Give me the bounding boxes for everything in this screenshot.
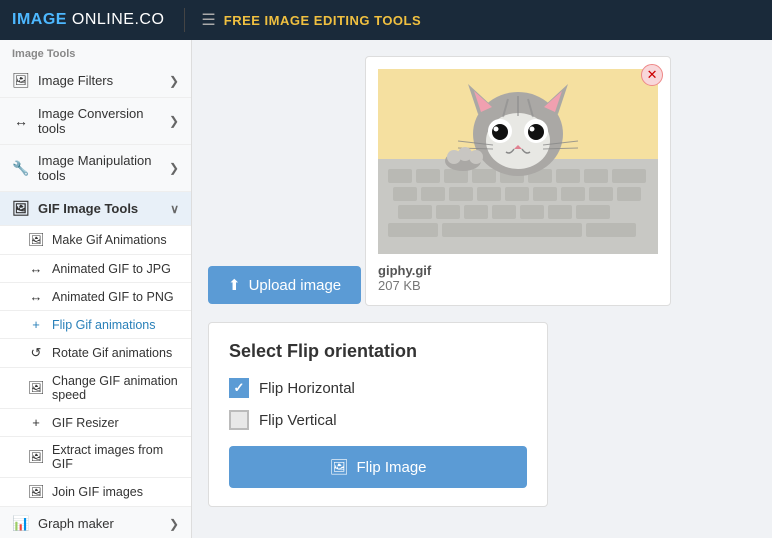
chevron-icon: ❯: [169, 517, 179, 531]
upload-button[interactable]: ⬆ Upload image: [208, 266, 361, 304]
sub-item-label: Rotate Gif animations: [52, 346, 172, 360]
sidebar-sub-item-change-speed[interactable]: 🖼 Change GIF animation speed: [0, 368, 191, 409]
header-title: FREE IMAGE EDITING TOOLS: [224, 13, 421, 28]
sidebar-sub-item-join-gif[interactable]: 🖼 Join GIF images: [0, 478, 191, 507]
checkmark-icon: ✓: [234, 380, 245, 396]
sidebar-sub-item-rotate-gif[interactable]: ↺ Rotate Gif animations: [0, 339, 191, 368]
gif-to-jpg-icon: ↔: [28, 261, 44, 276]
sidebar-item-image-manipulation[interactable]: 🔧 Image Manipulation tools ❯: [0, 145, 191, 192]
sidebar-sub-item-gif-to-png[interactable]: ↔ Animated GIF to PNG: [0, 283, 191, 311]
sub-item-label: Flip Gif animations: [52, 318, 156, 332]
sidebar-sub-item-gif-resizer[interactable]: + GIF Resizer: [0, 409, 191, 437]
header: IMAGE ONLINE.CO ☰ FREE IMAGE EDITING TOO…: [0, 0, 772, 40]
logo: IMAGE ONLINE.CO: [12, 11, 164, 29]
preview-image: [378, 69, 658, 254]
graph-maker-icon: 📊: [12, 515, 30, 532]
sidebar-item-graph-maker[interactable]: 📊 Graph maker ❯: [0, 507, 191, 538]
join-gif-icon: 🖼: [28, 484, 44, 500]
sidebar-item-label: Image Filters: [38, 73, 169, 88]
flip-vertical-checkbox[interactable]: [229, 410, 249, 430]
sidebar-item-gif-tools[interactable]: 🖼 GIF Image Tools ∨: [0, 192, 191, 226]
extract-images-icon: 🖼: [28, 449, 44, 465]
sidebar-item-label: Graph maker: [38, 516, 169, 531]
menu-icon[interactable]: ☰: [201, 10, 215, 30]
flip-vertical-label: Flip Vertical: [259, 412, 337, 429]
sub-item-label: Animated GIF to PNG: [52, 290, 174, 304]
file-name: giphy.gif: [378, 263, 658, 278]
sub-item-label: GIF Resizer: [52, 416, 119, 430]
flip-horizontal-label: Flip Horizontal: [259, 380, 355, 397]
flip-section-title: Select Flip orientation: [229, 341, 527, 362]
image-preview-area: giphy.gif 207 KB: [365, 56, 671, 306]
image-manipulation-icon: 🔧: [12, 160, 30, 177]
main-layout: Image Tools 🖼 Image Filters ❯ ↔ Image Co…: [0, 40, 772, 538]
sidebar-sub-item-flip-gif[interactable]: + Flip Gif animations: [0, 311, 191, 339]
flip-horizontal-row: ✓ Flip Horizontal: [229, 378, 527, 398]
sidebar-section-label: Image Tools: [0, 40, 191, 64]
make-gif-icon: 🖼: [28, 232, 44, 248]
gif-to-png-icon: ↔: [28, 289, 44, 304]
sidebar-item-label: GIF Image Tools: [38, 201, 170, 216]
close-button[interactable]: ✕: [641, 64, 663, 86]
change-speed-icon: 🖼: [28, 380, 44, 396]
flip-btn-label: Flip Image: [357, 459, 427, 476]
image-preview-outer: giphy.gif 207 KB ✕: [365, 56, 671, 322]
upload-icon: ⬆: [228, 276, 241, 294]
flip-vertical-row: Flip Vertical: [229, 410, 527, 430]
close-icon: ✕: [647, 67, 658, 83]
logo-bold: IMAGE: [12, 11, 67, 28]
logo-rest: ONLINE.CO: [67, 11, 164, 28]
sidebar-sub-item-extract-images[interactable]: 🖼 Extract images from GIF: [0, 437, 191, 478]
sidebar-item-label: Image Manipulation tools: [38, 153, 169, 183]
gif-resizer-icon: +: [28, 415, 44, 430]
sub-item-label: Make Gif Animations: [52, 233, 167, 247]
sidebar-sub-item-gif-to-jpg[interactable]: ↔ Animated GIF to JPG: [0, 255, 191, 283]
flip-btn-icon: 🖼: [329, 458, 348, 476]
file-size: 207 KB: [378, 278, 658, 293]
flip-section: Select Flip orientation ✓ Flip Horizonta…: [208, 322, 548, 507]
gif-tools-icon: 🖼: [12, 200, 30, 217]
flip-image-button[interactable]: 🖼 Flip Image: [229, 446, 527, 488]
upload-button-label: Upload image: [249, 277, 342, 294]
sidebar: Image Tools 🖼 Image Filters ❯ ↔ Image Co…: [0, 40, 192, 538]
image-conversion-icon: ↔: [12, 113, 30, 129]
sidebar-item-label: Image Conversion tools: [38, 106, 169, 136]
chevron-icon: ❯: [169, 74, 179, 88]
sidebar-item-image-conversion[interactable]: ↔ Image Conversion tools ❯: [0, 98, 191, 145]
flip-gif-icon: +: [28, 317, 44, 332]
sidebar-sub-item-make-gif[interactable]: 🖼 Make Gif Animations: [0, 226, 191, 255]
chevron-icon: ❯: [169, 161, 179, 175]
chevron-down-icon: ∨: [170, 202, 179, 216]
sub-item-label: Extract images from GIF: [52, 443, 179, 471]
image-filters-icon: 🖼: [12, 72, 30, 89]
flip-horizontal-checkbox[interactable]: ✓: [229, 378, 249, 398]
sub-item-label: Animated GIF to JPG: [52, 262, 171, 276]
sidebar-item-image-filters[interactable]: 🖼 Image Filters ❯: [0, 64, 191, 98]
sub-item-label: Change GIF animation speed: [52, 374, 179, 402]
rotate-gif-icon: ↺: [28, 345, 44, 361]
sub-item-label: Join GIF images: [52, 485, 143, 499]
chevron-icon: ❯: [169, 114, 179, 128]
file-info: giphy.gif 207 KB: [378, 263, 658, 293]
header-divider: [184, 8, 185, 32]
content-area: ⬆ Upload image: [192, 40, 772, 538]
